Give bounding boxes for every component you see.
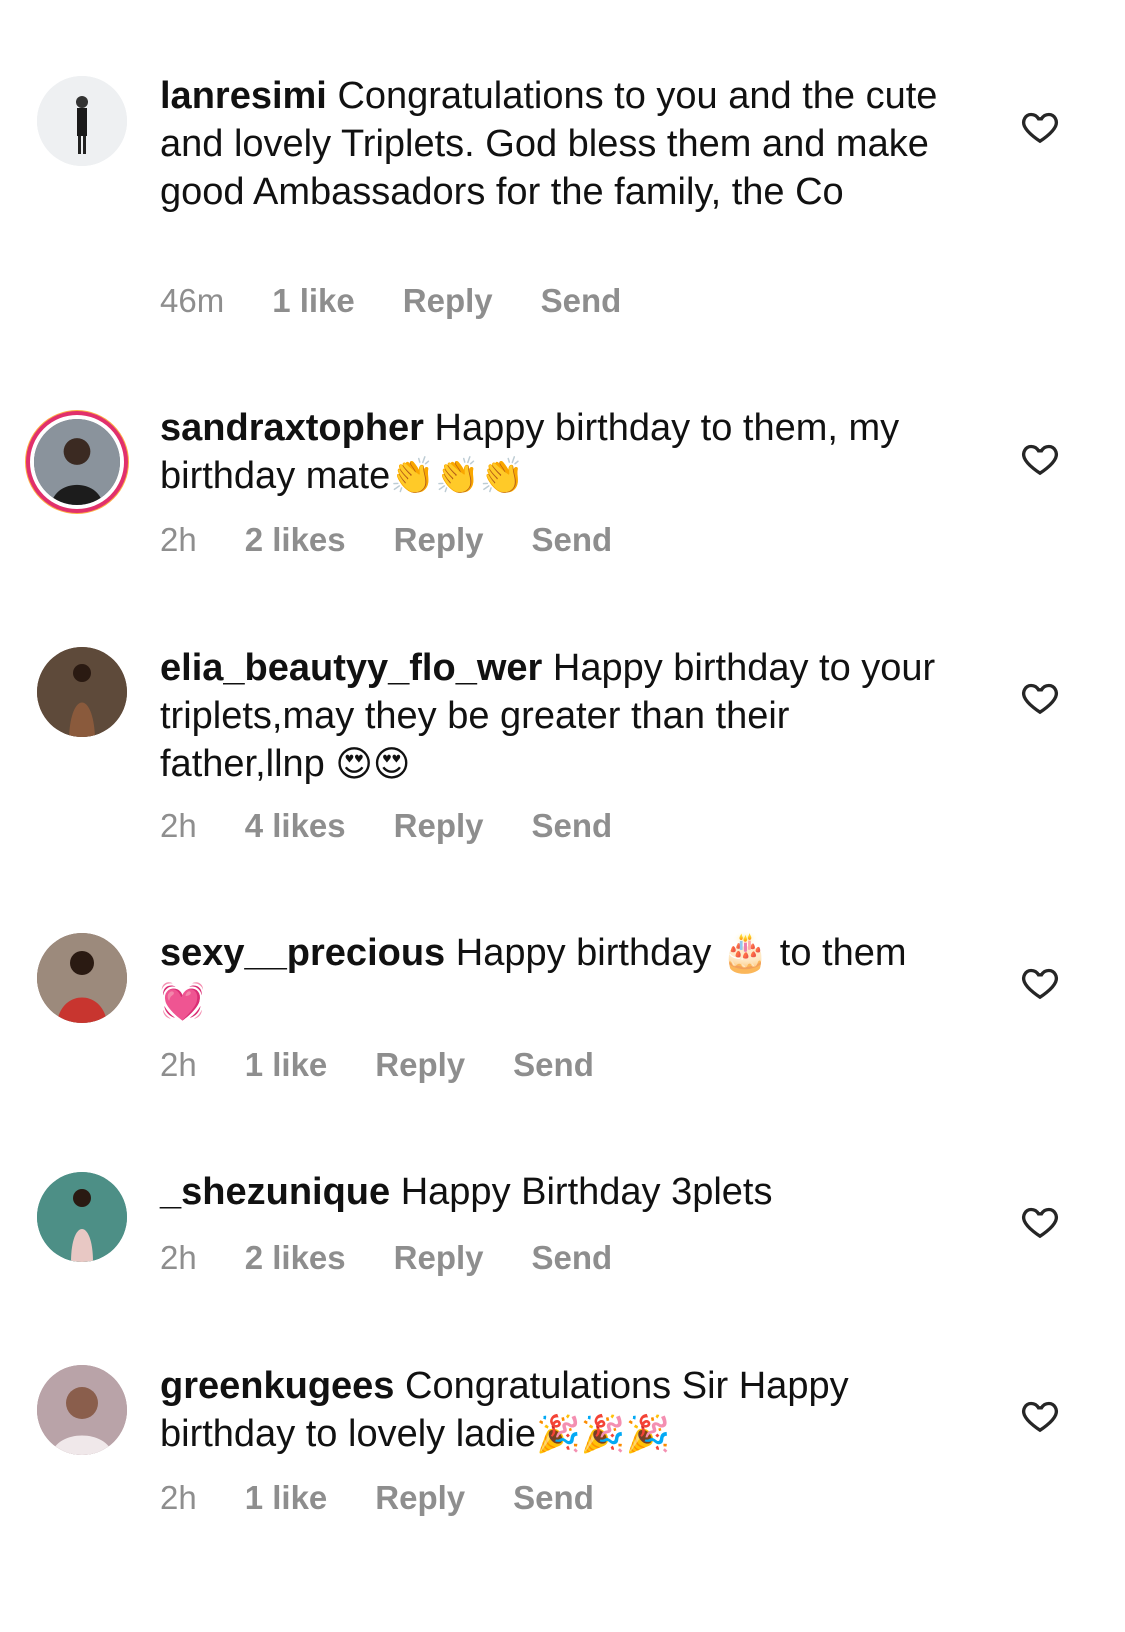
avatar[interactable] bbox=[37, 1365, 127, 1455]
person-icon bbox=[34, 419, 120, 505]
person-icon bbox=[37, 1172, 127, 1262]
timestamp: 2h bbox=[160, 1239, 197, 1276]
avatar[interactable] bbox=[37, 933, 127, 1023]
growing-heart-emoji: 💓 bbox=[160, 981, 205, 1022]
likes-count[interactable]: 1 like bbox=[272, 282, 355, 320]
likes-count[interactable]: 2 likes bbox=[245, 1239, 346, 1277]
comment-actions: 2h 2 likes Reply Send bbox=[160, 521, 660, 559]
reply-button[interactable]: Reply bbox=[394, 521, 484, 559]
username[interactable]: _shezunique bbox=[160, 1171, 390, 1213]
reply-button[interactable]: Reply bbox=[375, 1479, 465, 1517]
avatar[interactable] bbox=[37, 1172, 127, 1262]
comment-text: greenkugees Congratulations Sir Happy bi… bbox=[160, 1362, 950, 1459]
person-icon bbox=[37, 1365, 127, 1455]
person-icon bbox=[37, 76, 127, 166]
like-heart-icon[interactable] bbox=[1020, 1202, 1060, 1242]
like-heart-icon[interactable] bbox=[1020, 1396, 1060, 1436]
comment-text: lanresimi Congratulations to you and the… bbox=[160, 72, 950, 216]
comment-text: sexy__precious Happy birthday 🎂 to them … bbox=[160, 929, 950, 1026]
comment-body: Happy birthday 🎂 to them bbox=[455, 932, 907, 974]
timestamp: 2h bbox=[160, 1046, 197, 1083]
reply-button[interactable]: Reply bbox=[375, 1046, 465, 1084]
comment-text: _shezunique Happy Birthday 3plets bbox=[160, 1168, 950, 1216]
person-icon bbox=[37, 647, 127, 737]
heart-eyes-emoji: 😍😍 bbox=[335, 744, 411, 785]
username[interactable]: sandraxtopher bbox=[160, 407, 424, 449]
send-button[interactable]: Send bbox=[532, 1239, 613, 1277]
comment-body: Happy Birthday 3plets bbox=[400, 1171, 773, 1213]
likes-count[interactable]: 1 like bbox=[245, 1479, 328, 1517]
avatar[interactable] bbox=[37, 76, 127, 166]
send-button[interactable]: Send bbox=[532, 521, 613, 559]
timestamp: 46m bbox=[160, 282, 225, 319]
send-button[interactable]: Send bbox=[541, 282, 622, 320]
avatar[interactable] bbox=[37, 647, 127, 737]
comment-actions: 2h 2 likes Reply Send bbox=[160, 1239, 660, 1277]
like-heart-icon[interactable] bbox=[1020, 678, 1060, 718]
like-heart-icon[interactable] bbox=[1020, 963, 1060, 1003]
timestamp: 2h bbox=[160, 807, 197, 844]
likes-count[interactable]: 4 likes bbox=[245, 807, 346, 845]
party-popper-emoji: 🎉🎉🎉 bbox=[536, 1414, 671, 1455]
send-button[interactable]: Send bbox=[532, 807, 613, 845]
username[interactable]: lanresimi bbox=[160, 75, 327, 117]
username[interactable]: elia_beautyy_flo_wer bbox=[160, 647, 542, 689]
send-button[interactable]: Send bbox=[513, 1479, 594, 1517]
likes-count[interactable]: 2 likes bbox=[245, 521, 346, 559]
comment-text: elia_beautyy_flo_wer Happy birthday to y… bbox=[160, 644, 950, 789]
timestamp: 2h bbox=[160, 521, 197, 558]
like-heart-icon[interactable] bbox=[1020, 107, 1060, 147]
clapping-hands-emoji: 👏👏👏 bbox=[390, 456, 525, 497]
person-icon bbox=[37, 933, 127, 1023]
comment-actions: 46m 1 like Reply Send bbox=[160, 282, 669, 320]
username[interactable]: sexy__precious bbox=[160, 932, 445, 974]
reply-button[interactable]: Reply bbox=[394, 1239, 484, 1277]
reply-button[interactable]: Reply bbox=[394, 807, 484, 845]
likes-count[interactable]: 1 like bbox=[245, 1046, 328, 1084]
like-heart-icon[interactable] bbox=[1020, 439, 1060, 479]
comment-actions: 2h 1 like Reply Send bbox=[160, 1046, 642, 1084]
comment-text: sandraxtopher Happy birthday to them, my… bbox=[160, 404, 950, 501]
username[interactable]: greenkugees bbox=[160, 1365, 394, 1407]
comment-actions: 2h 1 like Reply Send bbox=[160, 1479, 642, 1517]
send-button[interactable]: Send bbox=[513, 1046, 594, 1084]
comment-actions: 2h 4 likes Reply Send bbox=[160, 807, 660, 845]
avatar[interactable] bbox=[30, 415, 124, 509]
reply-button[interactable]: Reply bbox=[403, 282, 493, 320]
timestamp: 2h bbox=[160, 1479, 197, 1516]
